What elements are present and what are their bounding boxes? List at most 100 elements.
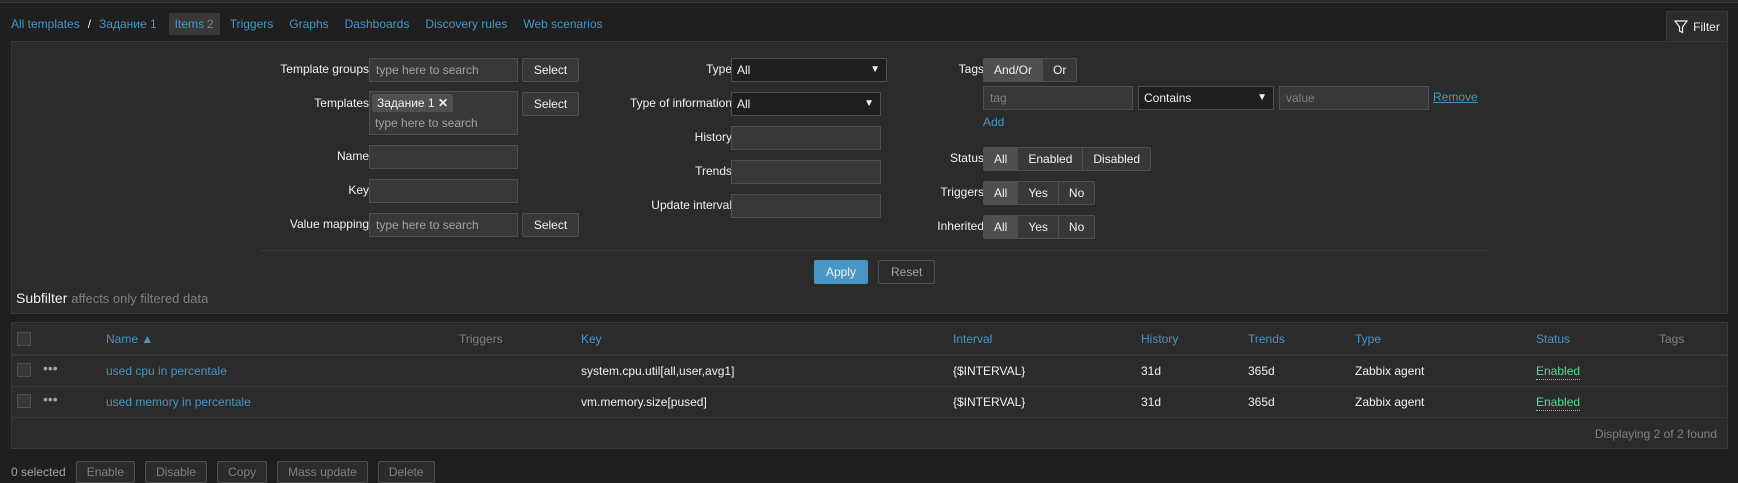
status-toggle: All Enabled Disabled [983,147,1152,171]
mass-action-bar: 0 selected Enable Disable Copy Mass upda… [11,461,435,483]
header-divider [12,354,1727,356]
tab-items[interactable]: Items 2 [168,13,220,35]
row-menu-icon[interactable]: ••• [43,391,58,407]
update-interval-label: Update interval [651,198,732,212]
filter-toggle-label: Filter [1693,19,1720,34]
chevron-down-icon: ▼ [864,98,874,109]
item-name-link[interactable]: used cpu in percentale [106,363,227,379]
tags-label: Tags [958,62,984,76]
chip-remove-icon[interactable]: ✕ [438,96,448,110]
item-trends: 365d [1248,364,1275,378]
subfilter-heading[interactable]: Subfilter affects only filtered data [16,290,208,306]
item-history: 31d [1141,364,1162,378]
triggers-all-option[interactable]: All [984,182,1019,204]
filter-toggle-tab[interactable]: Filter [1666,11,1728,41]
row-checkbox[interactable] [17,394,31,408]
reset-button[interactable]: Reset [878,260,936,284]
templates-search-placeholder[interactable]: type here to search [375,116,478,130]
tags-or-option[interactable]: Or [1043,59,1077,81]
template-chip: Задание 1 ✕ [372,94,454,112]
selected-count: 0 selected [11,465,66,479]
row-checkbox[interactable] [17,363,31,377]
filter-funnel-icon [1674,19,1689,33]
status-enabled-option[interactable]: Enabled [1018,148,1084,170]
tab-discovery-rules[interactable]: Discovery rules [419,13,513,35]
templates-select-button[interactable]: Select [522,92,579,116]
tab-items-label: Items [174,17,204,31]
mass-update-button[interactable]: Mass update [277,461,368,483]
tag-name-input[interactable]: tag [983,86,1133,110]
tab-web-scenarios[interactable]: Web scenarios [517,13,608,35]
type-of-information-value: All [737,97,751,111]
breadcrumb-separator: / [87,17,92,31]
template-groups-select-button[interactable]: Select [522,58,579,82]
subfilter-note: affects only filtered data [71,291,209,306]
tags-andor-option[interactable]: And/Or [984,59,1044,81]
type-of-information-select[interactable]: All ▼ [731,92,881,116]
triggers-yes-option[interactable]: Yes [1018,182,1059,204]
name-input[interactable] [369,145,518,169]
tag-remove-link[interactable]: Remove [1433,90,1478,104]
name-label: Name [336,149,369,163]
template-chip-label: Задание 1 [377,96,435,110]
row-menu-icon[interactable]: ••• [43,360,58,376]
column-name[interactable]: Name ▲ [106,331,153,347]
update-interval-input[interactable] [731,194,881,218]
status-disabled-option[interactable]: Disabled [1083,148,1151,170]
tab-graphs[interactable]: Graphs [283,13,334,35]
triggers-no-option[interactable]: No [1058,182,1095,204]
tag-operator-select[interactable]: Contains ▼ [1138,86,1274,110]
item-status-toggle[interactable]: Enabled [1536,363,1581,380]
type-select[interactable]: All ▼ [731,58,887,82]
breadcrumb-template[interactable]: Задание 1 [99,17,157,31]
select-all-checkbox[interactable] [17,332,31,346]
inherited-no-option[interactable]: No [1058,216,1095,238]
key-input[interactable] [369,179,518,203]
value-mapping-input[interactable]: type here to search [369,213,518,237]
type-label: Type [705,62,732,76]
column-triggers: Triggers [459,332,503,346]
inherited-yes-option[interactable]: Yes [1018,216,1059,238]
enable-button[interactable]: Enable [75,461,136,483]
tag-add-link[interactable]: Add [983,115,1004,129]
status-all-option[interactable]: All [984,148,1019,170]
column-history[interactable]: History [1141,331,1178,347]
item-status-toggle[interactable]: Enabled [1536,394,1581,411]
tab-items-count: 2 [207,17,214,31]
inherited-all-option[interactable]: All [984,216,1019,238]
trends-input[interactable] [731,160,881,184]
item-name-link[interactable]: used memory in percentale [106,394,251,410]
copy-button[interactable]: Copy [217,461,268,483]
key-label: Key [348,183,369,197]
row-divider [12,417,1727,418]
row-divider [12,386,1727,387]
status-label: Status [949,151,984,165]
tag-value-input[interactable]: value [1279,86,1429,110]
item-history: 31d [1141,395,1162,409]
disable-button[interactable]: Disable [145,461,208,483]
tags-evaltype-toggle: And/Or Or [983,58,1078,82]
chevron-down-icon: ▼ [1257,92,1267,103]
column-type[interactable]: Type [1355,331,1381,347]
filter-panel: Template groups type here to search Sele… [11,41,1728,314]
value-mapping-label: Value mapping [289,217,369,231]
item-interval: {$INTERVAL} [953,364,1026,378]
breadcrumb-all-templates[interactable]: All templates [11,17,80,31]
inherited-toggle: All Yes No [983,215,1096,239]
item-key: system.cpu.util[all,user,avg1] [581,364,735,378]
template-groups-input[interactable]: type here to search [369,58,518,82]
breadcrumb-nav: All templates / Задание 1 Items 2 Trigger… [11,11,613,37]
tab-triggers[interactable]: Triggers [224,13,280,35]
column-key[interactable]: Key [581,331,602,347]
column-trends[interactable]: Trends [1248,331,1285,347]
chevron-down-icon: ▼ [870,64,880,75]
column-interval[interactable]: Interval [953,331,992,347]
tab-dashboards[interactable]: Dashboards [339,13,416,35]
value-mapping-select-button[interactable]: Select [522,213,579,237]
history-input[interactable] [731,126,881,150]
column-status[interactable]: Status [1536,331,1570,347]
apply-button[interactable]: Apply [814,260,869,284]
item-key: vm.memory.size[pused] [581,395,707,409]
delete-button[interactable]: Delete [377,461,435,483]
history-label: History [694,130,732,144]
